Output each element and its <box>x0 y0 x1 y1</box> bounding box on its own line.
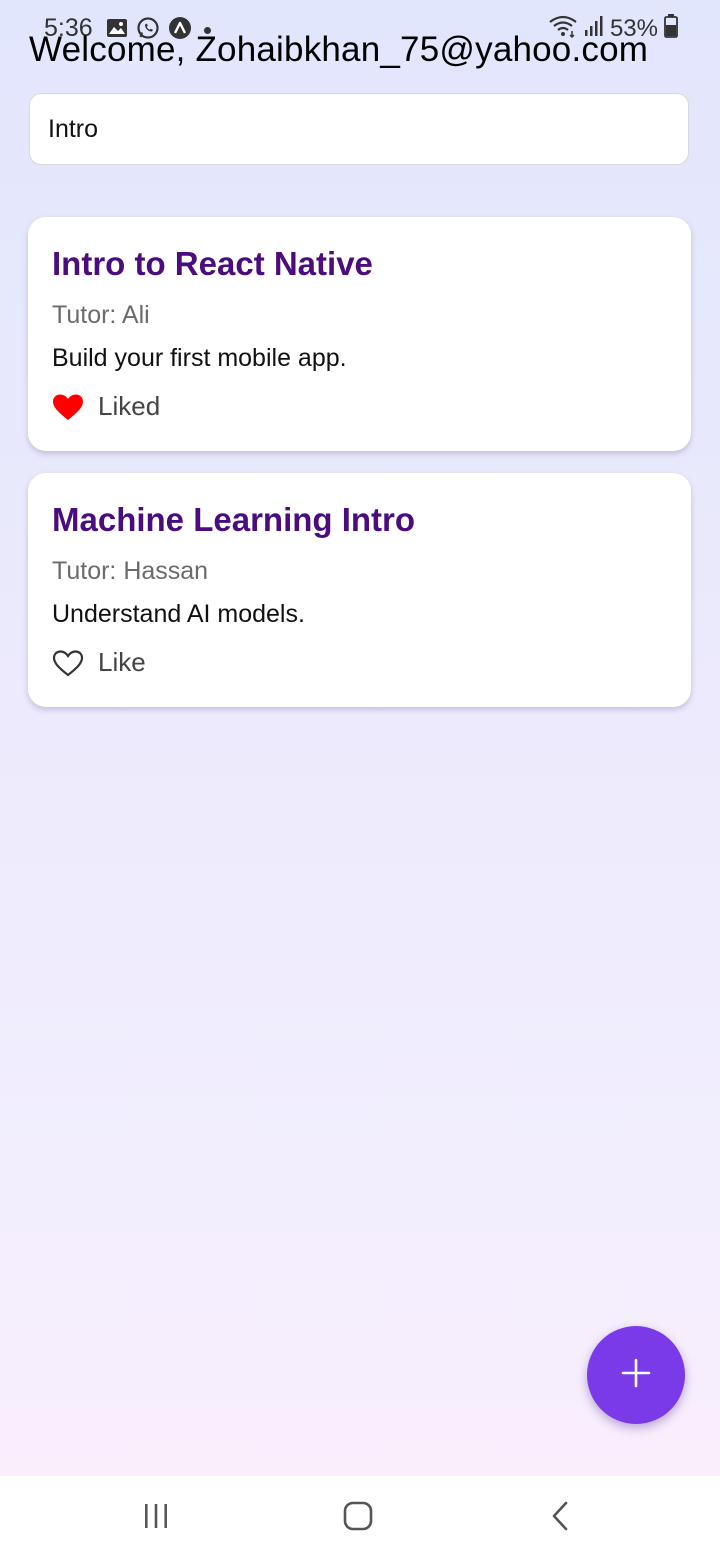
course-tutor: Tutor: Hassan <box>52 557 209 585</box>
like-button[interactable]: Liked <box>52 391 160 422</box>
like-button[interactable]: Like <box>52 647 146 678</box>
recent-apps-button[interactable] <box>136 1498 176 1538</box>
navigation-bar <box>0 1476 720 1560</box>
recent-apps-icon <box>141 1501 171 1536</box>
course-description: Build your first mobile app. <box>52 344 347 372</box>
heart-filled-icon <box>52 393 84 421</box>
course-title: Machine Learning Intro <box>52 501 416 538</box>
plus-icon <box>621 1358 651 1393</box>
search-input[interactable] <box>29 93 689 165</box>
welcome-text: Welcome, Zohaibkhan_75@yahoo.com <box>29 30 649 69</box>
back-icon <box>548 1500 572 1537</box>
add-course-button[interactable] <box>587 1326 685 1424</box>
course-title: Intro to React Native <box>52 245 373 282</box>
battery-icon <box>664 14 678 43</box>
like-label: Liked <box>98 391 161 421</box>
course-card[interactable]: Machine Learning Intro Tutor: Hassan Und… <box>28 473 691 707</box>
heart-outline-icon <box>52 649 84 677</box>
course-card[interactable]: Intro to React Native Tutor: Ali Build y… <box>28 217 691 451</box>
like-label: Like <box>98 647 146 677</box>
home-icon <box>342 1500 374 1537</box>
home-button[interactable] <box>338 1498 378 1538</box>
course-description: Understand AI models. <box>52 600 305 628</box>
course-tutor: Tutor: Ali <box>52 301 150 329</box>
back-button[interactable] <box>540 1498 580 1538</box>
